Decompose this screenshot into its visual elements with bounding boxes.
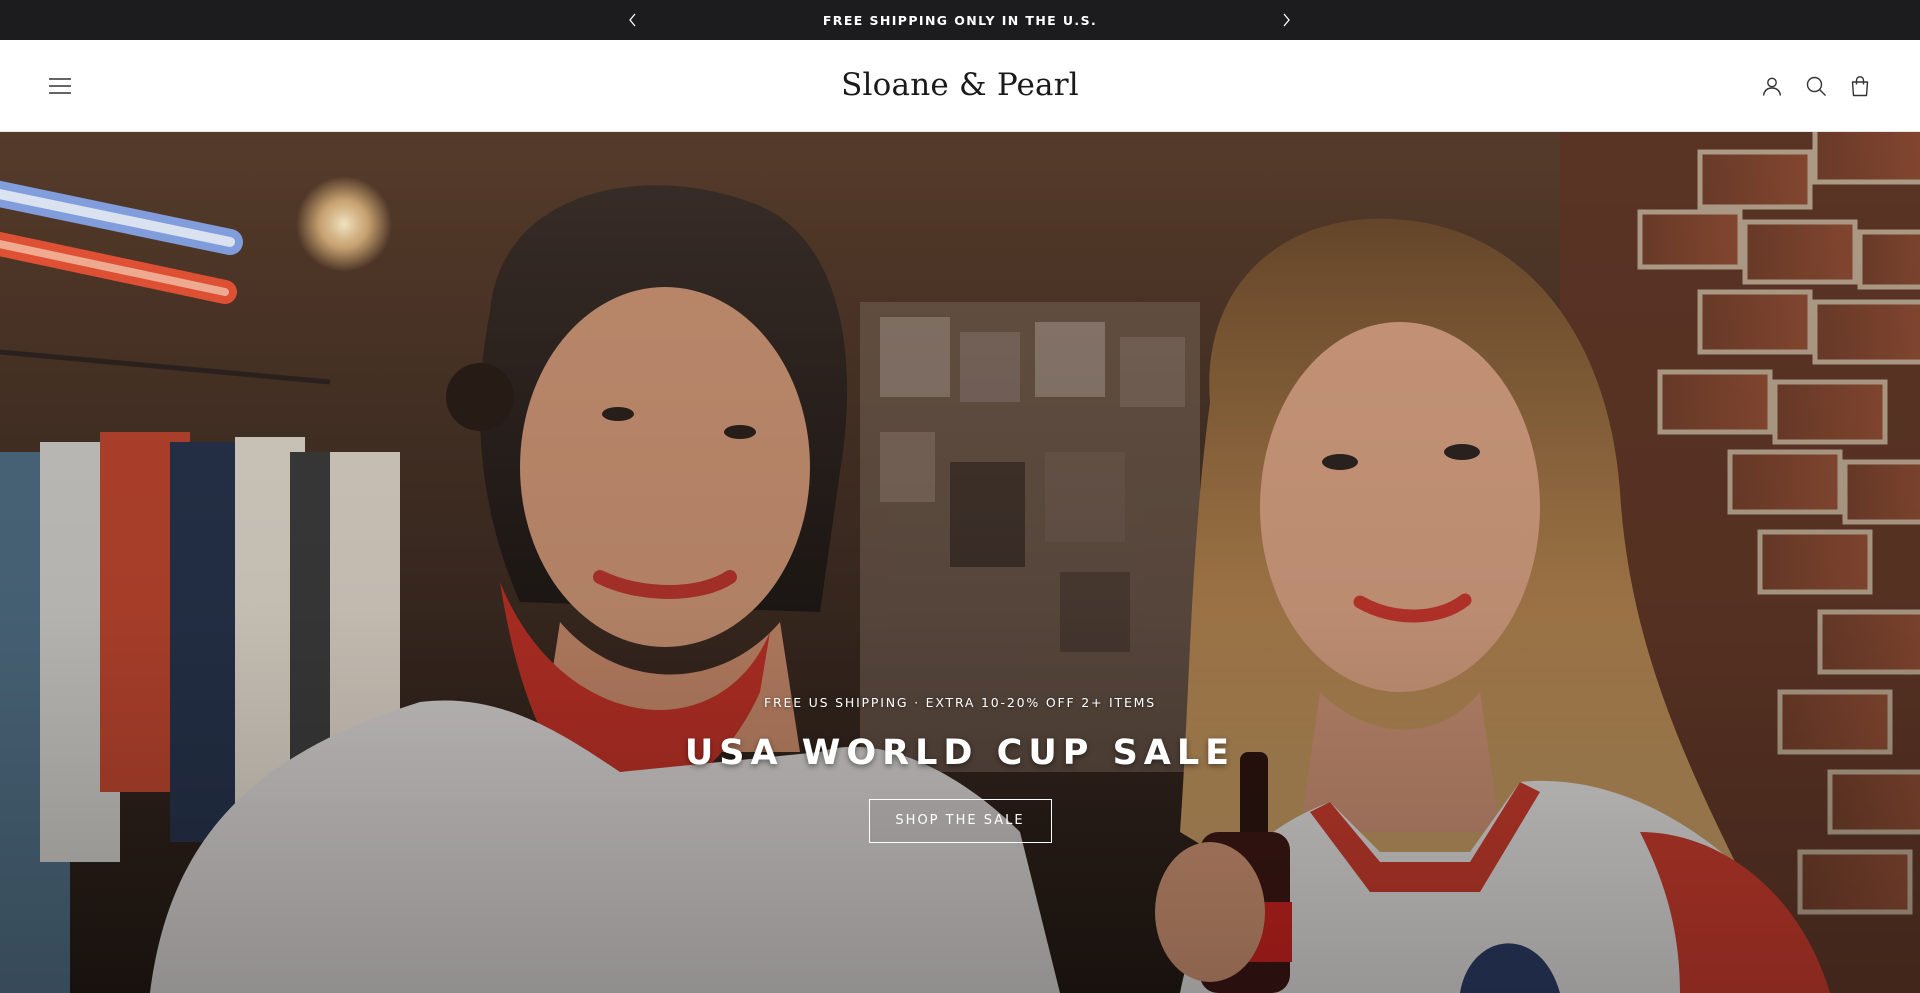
search-icon[interactable] (1802, 72, 1830, 100)
announcement-bar: FREE SHIPPING ONLY IN THE U.S. (0, 0, 1920, 40)
shop-the-sale-button[interactable]: SHOP THE SALE (868, 799, 1052, 843)
hero-content: FREE US SHIPPING · EXTRA 10-20% OFF 2+ I… (0, 695, 1920, 843)
hero-eyebrow: FREE US SHIPPING · EXTRA 10-20% OFF 2+ I… (764, 695, 1156, 710)
brand-logo[interactable]: Sloane & Pearl (0, 60, 1920, 110)
shopping-bag-icon[interactable] (1846, 72, 1874, 100)
hero-overlay (0, 132, 1920, 993)
hero-banner: FREE US SHIPPING · EXTRA 10-20% OFF 2+ I… (0, 132, 1920, 993)
chevron-right-icon[interactable] (1276, 10, 1296, 30)
user-account-icon[interactable] (1758, 72, 1786, 100)
hero-title: USA WORLD CUP SALE (684, 733, 1236, 773)
site-header: Sloane & Pearl (0, 40, 1920, 132)
announcement-text: FREE SHIPPING ONLY IN THE U.S. (822, 13, 1098, 28)
